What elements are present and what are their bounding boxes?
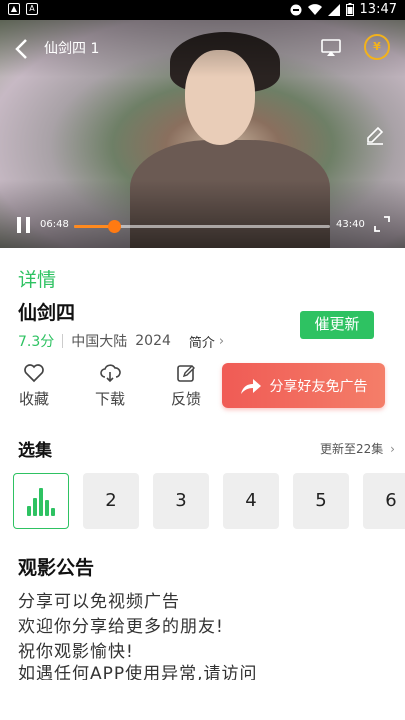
- chevron-right-icon: ›: [390, 442, 395, 456]
- feedback-icon: [177, 365, 195, 382]
- player-title: 仙剑四 1: [44, 41, 100, 57]
- pause-icon[interactable]: [16, 217, 32, 233]
- share-arrow-icon: [240, 378, 261, 394]
- episode-1-playing[interactable]: [13, 473, 69, 529]
- video-player[interactable]: 仙剑四 1 ¥ 06:48 43:40: [0, 20, 405, 248]
- heart-icon: [24, 364, 44, 383]
- notice-line: 分享可以免视频广告: [18, 592, 180, 612]
- notice-title: 观影公告: [18, 557, 95, 579]
- episode-list: 2 3 4 5 6: [0, 473, 405, 529]
- update-info-link[interactable]: 更新至22集 ›: [320, 440, 395, 457]
- region: 中国大陆: [71, 334, 128, 350]
- notice-line: 如遇任何APP使用异常,请访问: [18, 664, 258, 680]
- coin-icon[interactable]: ¥: [364, 34, 390, 60]
- favorite-label: 收藏: [18, 390, 49, 408]
- chevron-right-icon: ›: [218, 333, 225, 349]
- download-label: 下载: [94, 390, 125, 408]
- show-meta: 7.3分 中国大陆 2024 简介 ›: [18, 331, 224, 351]
- episode-button[interactable]: 3: [153, 473, 209, 529]
- notice-line: 欢迎你分享给更多的朋友!: [18, 617, 224, 637]
- seek-knob[interactable]: [107, 220, 121, 233]
- current-time: 06:48: [40, 219, 69, 230]
- favorite-button[interactable]: 收藏: [14, 362, 54, 409]
- dnd-icon: [290, 4, 302, 15]
- fullscreen-icon[interactable]: [374, 216, 390, 232]
- intro-link[interactable]: 简介: [189, 332, 215, 351]
- duration: 43:40: [336, 219, 365, 230]
- wifi-icon: [307, 3, 322, 15]
- signal-icon: [327, 3, 340, 16]
- update-info-label: 更新至22集: [320, 442, 384, 456]
- image-icon: ▲: [8, 3, 20, 15]
- cloud-download-icon: [100, 364, 121, 383]
- episode-button[interactable]: 5: [293, 473, 349, 529]
- back-icon[interactable]: [14, 38, 34, 62]
- feedback-label: 反馈: [170, 390, 201, 408]
- edit-icon[interactable]: [364, 124, 386, 146]
- episode-button[interactable]: 6: [363, 473, 405, 529]
- cast-icon[interactable]: [320, 36, 342, 58]
- status-time: 13:47: [359, 2, 397, 17]
- download-button[interactable]: 下载: [90, 362, 130, 409]
- episode-button[interactable]: 2: [83, 473, 139, 529]
- score: 7.3分: [18, 334, 55, 350]
- share-button[interactable]: 分享好友免广告: [222, 363, 385, 408]
- playing-bars-icon: [27, 488, 57, 516]
- battery-icon: [345, 3, 354, 16]
- share-label: 分享好友免广告: [269, 378, 368, 395]
- episode-button[interactable]: 4: [223, 473, 279, 529]
- text-icon: A: [26, 3, 38, 15]
- seek-bar[interactable]: [74, 220, 330, 233]
- year: 2024: [135, 333, 171, 349]
- tab-detail[interactable]: 详情: [18, 265, 56, 292]
- show-title: 仙剑四: [18, 302, 76, 324]
- notice-body: 分享可以免视频广告 欢迎你分享给更多的朋友! 祝你观影愉快! 如遇任何APP使用…: [18, 590, 388, 680]
- episodes-title: 选集: [18, 441, 52, 461]
- status-bar: ▲ A 13:47: [0, 0, 405, 20]
- feedback-button[interactable]: 反馈: [166, 362, 206, 409]
- urge-update-button[interactable]: 催更新: [300, 311, 374, 339]
